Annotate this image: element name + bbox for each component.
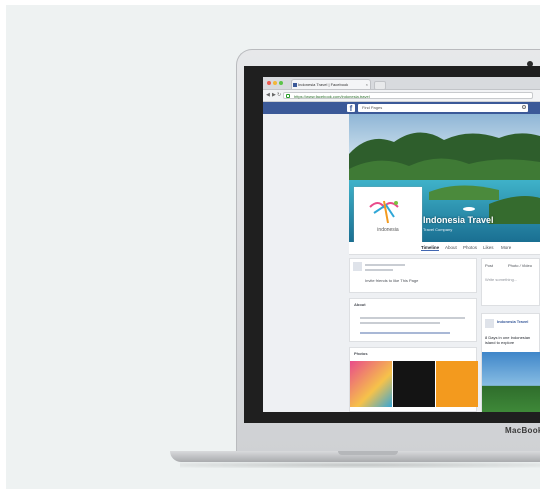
photos-card: Photos — [349, 347, 478, 412]
browser-tab-bar: Indonesia Travel | Facebook × — [263, 77, 540, 90]
link-line[interactable] — [360, 332, 450, 334]
composer-input[interactable]: Write something... — [485, 277, 517, 282]
page-category: Travel Company — [423, 227, 453, 232]
text-line — [365, 264, 405, 266]
facebook-favicon-icon — [293, 83, 297, 87]
reload-icon[interactable]: ↻ — [277, 92, 281, 99]
photos-title: Photos — [354, 351, 368, 356]
photo-thumbnail[interactable] — [436, 361, 478, 407]
tab-close-icon[interactable]: × — [366, 80, 368, 89]
laptop-shadow — [180, 462, 540, 468]
profile-logo-text: indonesia — [377, 227, 399, 233]
about-card: About — [349, 298, 477, 342]
post-author[interactable]: Indonesia Travel — [497, 319, 528, 324]
forward-icon[interactable]: ▶ — [272, 92, 276, 99]
about-title: About — [354, 302, 366, 307]
browser-tab[interactable]: Indonesia Travel | Facebook × — [291, 79, 371, 89]
search-input[interactable]: Find Pages — [358, 104, 528, 112]
maximize-window-icon[interactable] — [279, 81, 283, 85]
text-line — [360, 317, 465, 319]
url-text: https://www.facebook.com/indonesia.trave… — [294, 94, 370, 99]
tab-photos[interactable]: Photos — [463, 245, 477, 250]
photo-thumbnail[interactable] — [393, 361, 435, 407]
lock-icon — [286, 94, 290, 98]
tab-likes[interactable]: Likes — [483, 245, 494, 250]
post-avatar — [485, 319, 494, 328]
page-profile-picture[interactable]: indonesia — [354, 187, 422, 243]
facebook-header: f Find Pages — [263, 102, 540, 114]
url-input[interactable]: https://www.facebook.com/indonesia.trave… — [283, 92, 533, 99]
tab-timeline[interactable]: Timeline — [421, 245, 440, 251]
post-image[interactable] — [482, 352, 540, 412]
composer-card: Post Photo / Video Write something... — [481, 258, 540, 306]
status-button[interactable]: Post — [485, 263, 493, 268]
facebook-logo-icon[interactable]: f — [347, 104, 355, 113]
close-window-icon[interactable] — [267, 81, 271, 85]
new-tab-button[interactable] — [374, 81, 386, 90]
photo-thumbnail[interactable] — [350, 361, 392, 407]
text-line — [365, 269, 393, 271]
tab-title: Indonesia Travel | Facebook — [298, 82, 349, 87]
laptop-notch — [338, 451, 398, 455]
back-icon[interactable]: ◀ — [266, 92, 270, 99]
address-bar: ◀ ▶ ↻ https://www.facebook.com/indonesia… — [263, 90, 540, 102]
laptop-brand-label: MacBook — [505, 426, 540, 435]
search-placeholder: Find Pages — [362, 105, 383, 110]
text-line — [360, 322, 440, 324]
tab-more[interactable]: More — [501, 245, 511, 250]
post-card: Indonesia Travel 8 Days in one Indonesia… — [481, 313, 540, 412]
page-avatar — [353, 262, 362, 271]
page-tabs: Timeline About Photos Likes More — [349, 242, 540, 255]
post-text: 8 Days in one Indonesian island to explo… — [485, 335, 531, 345]
invite-card: Invite friends to like This Page — [349, 258, 477, 293]
minimize-window-icon[interactable] — [273, 81, 277, 85]
left-sidebar — [263, 114, 345, 412]
page-title[interactable]: Indonesia Travel — [423, 215, 494, 225]
photo-video-button[interactable]: Photo / Video — [508, 263, 532, 268]
tab-about[interactable]: About — [445, 245, 457, 250]
search-icon[interactable] — [522, 105, 526, 109]
invite-link[interactable]: Invite friends to like This Page — [365, 278, 418, 283]
laptop-screen: Indonesia Travel | Facebook × ◀ ▶ ↻ http… — [263, 77, 540, 412]
